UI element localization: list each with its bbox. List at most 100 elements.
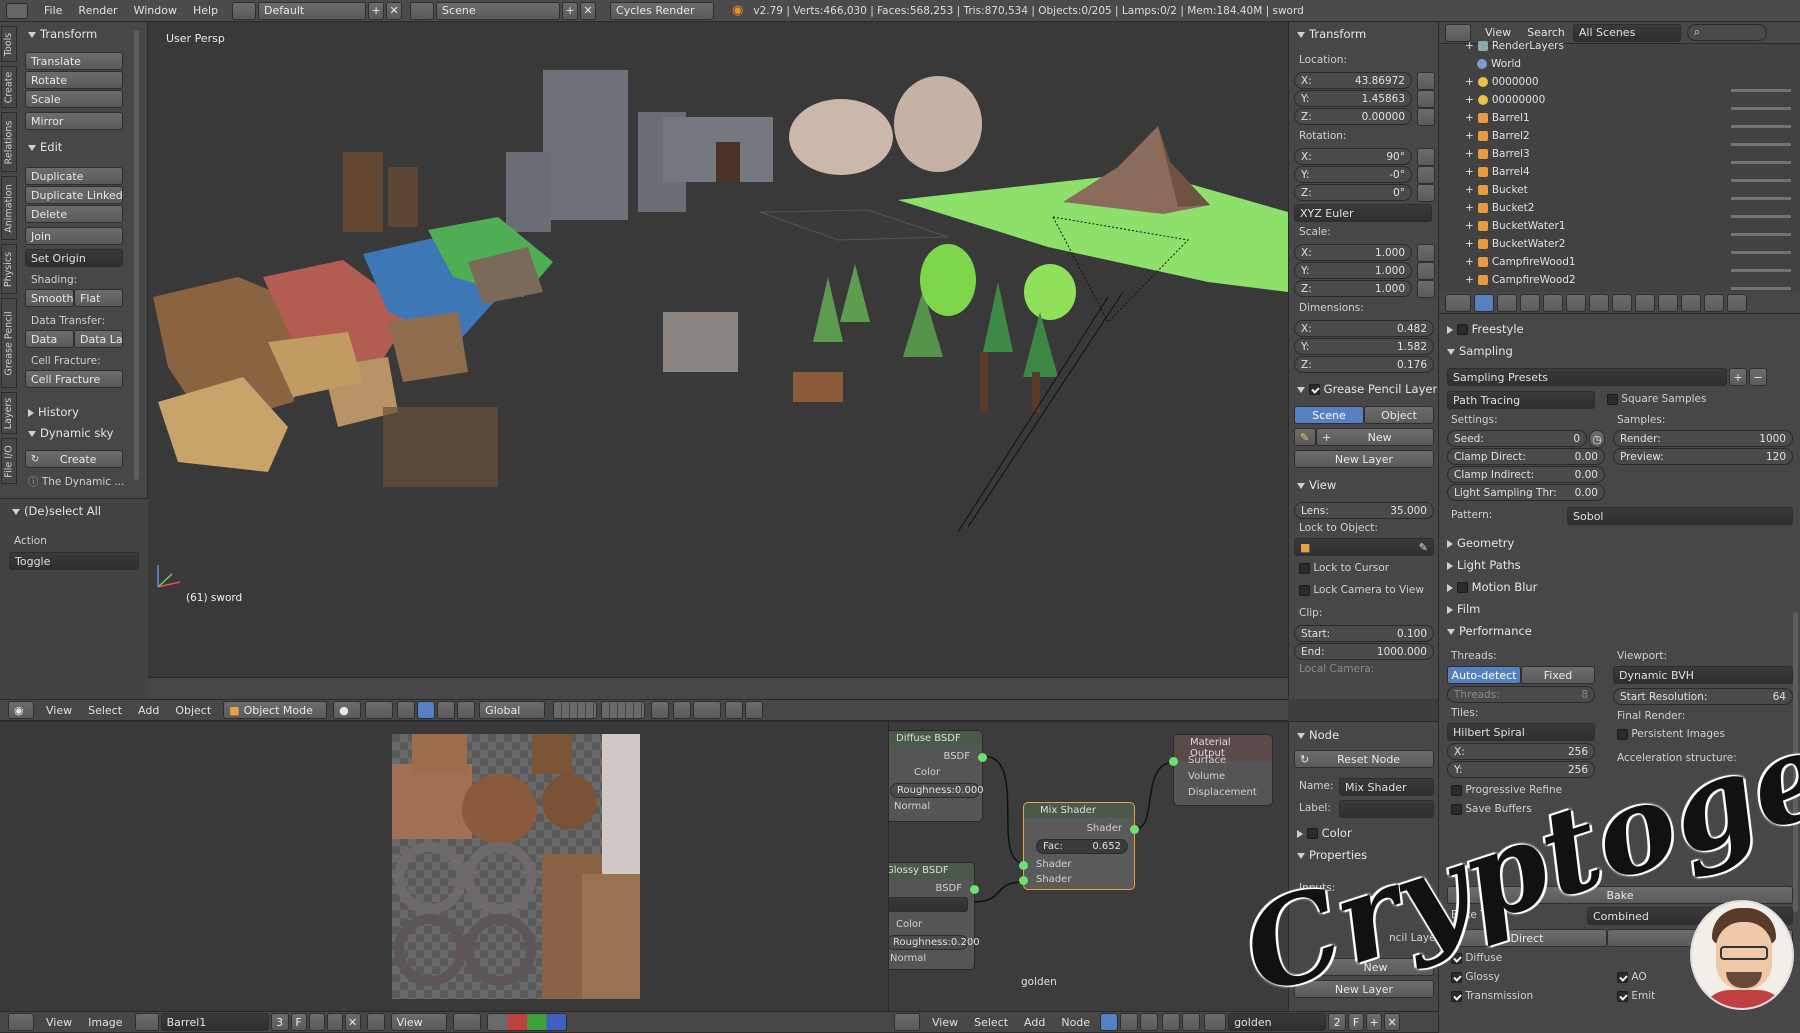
- shading-select[interactable]: ●: [333, 701, 362, 719]
- data-button[interactable]: Data: [25, 330, 74, 348]
- snap-toggle[interactable]: [673, 701, 692, 719]
- shader-tree-button[interactable]: [1100, 1013, 1119, 1031]
- light-sampling-field[interactable]: Light Sampling Thr: 0.00: [1447, 484, 1605, 501]
- input-socket[interactable]: [1019, 876, 1028, 885]
- node-name-field[interactable]: Mix Shader: [1339, 778, 1434, 796]
- node-color-header[interactable]: Color: [1297, 826, 1352, 840]
- threads-auto-detect-button[interactable]: Auto-detect: [1447, 666, 1521, 684]
- data-layout-button[interactable]: Data La: [74, 330, 123, 348]
- lock-loc-y[interactable]: [1417, 90, 1435, 108]
- tab-animation[interactable]: Animation: [1, 176, 17, 240]
- lock-scl-z[interactable]: [1417, 280, 1435, 298]
- rotate-button[interactable]: Rotate: [25, 71, 123, 89]
- preview-samples-field[interactable]: Preview: 120: [1613, 448, 1793, 465]
- rotation-mode-select[interactable]: XYZ Euler: [1294, 204, 1432, 222]
- toolshelf-scrollbar[interactable]: [134, 30, 139, 480]
- lock-camera-option[interactable]: Lock Camera to View: [1299, 584, 1424, 596]
- lock-rot-x[interactable]: [1417, 148, 1435, 166]
- lock-scl-x[interactable]: [1417, 244, 1435, 262]
- gp-new-button[interactable]: + New: [1316, 428, 1434, 446]
- lock-loc-z[interactable]: [1417, 108, 1435, 126]
- outliner-item[interactable]: + RenderLayers: [1439, 38, 1800, 54]
- outliner-item[interactable]: World: [1439, 56, 1800, 72]
- bake-emit-checkbox[interactable]: [1617, 990, 1628, 1002]
- cell-fracture-button[interactable]: Cell Fracture: [25, 370, 123, 388]
- constraints-tab-icon[interactable]: [1589, 293, 1609, 312]
- lock-cursor-option[interactable]: Lock to Cursor: [1299, 562, 1389, 574]
- grease-pencil-header[interactable]: Grease Pencil Layer: [1297, 382, 1437, 396]
- image-users-count[interactable]: 3: [270, 1013, 289, 1031]
- sampling-panel-header[interactable]: Sampling: [1447, 344, 1513, 358]
- menu-window[interactable]: Window: [134, 4, 177, 17]
- node-menu-select[interactable]: Select: [974, 1016, 1008, 1029]
- dimension-x-field[interactable]: X: 0.482: [1294, 320, 1434, 337]
- render-opengl-button[interactable]: [725, 701, 744, 719]
- tile-x-field[interactable]: X: 256: [1447, 743, 1595, 760]
- material-users-count[interactable]: 2: [1328, 1013, 1347, 1031]
- mirror-button[interactable]: Mirror: [25, 112, 123, 130]
- node-menu-add[interactable]: Add: [1024, 1016, 1045, 1029]
- menu-select[interactable]: Select: [88, 704, 122, 717]
- image-editor[interactable]: [0, 721, 888, 1011]
- scale-manipulator[interactable]: [457, 701, 476, 719]
- physics-tab-icon[interactable]: [1727, 293, 1747, 312]
- threads-count-field[interactable]: Threads: 8: [1447, 686, 1595, 703]
- duplicate-linked-button[interactable]: Duplicate Linked: [25, 186, 123, 204]
- manipulator-toggle[interactable]: [397, 701, 416, 719]
- lock-rot-z[interactable]: [1417, 184, 1435, 202]
- film-panel-header[interactable]: Film: [1447, 602, 1480, 616]
- mix-shader-node[interactable]: Mix Shader Shader Fac: 0.652 Shader Shade…: [1019, 802, 1139, 890]
- view-panel-header[interactable]: View: [1297, 478, 1336, 492]
- bake-ao-checkbox[interactable]: [1617, 971, 1628, 983]
- add-preset-button[interactable]: +: [1729, 368, 1747, 386]
- object-tab-icon[interactable]: [1566, 293, 1586, 312]
- square-samples-option[interactable]: Square Samples: [1607, 393, 1707, 405]
- image-name-field[interactable]: Barrel1: [160, 1013, 269, 1031]
- viewport-bvh-select[interactable]: Dynamic BVH: [1613, 666, 1793, 684]
- seed-field[interactable]: Seed: 0: [1447, 430, 1587, 447]
- tab-tools[interactable]: Tools: [1, 26, 17, 62]
- particles-tab-icon[interactable]: [1704, 293, 1724, 312]
- input-socket[interactable]: [1019, 861, 1028, 870]
- remove-preset-button[interactable]: −: [1749, 368, 1767, 386]
- lens-field[interactable]: Lens: 35.000: [1294, 502, 1434, 519]
- transform-panel-header[interactable]: Transform: [28, 27, 97, 41]
- menu-view[interactable]: View: [46, 704, 72, 717]
- lock-object-field[interactable]: ■ ✎: [1294, 538, 1434, 556]
- data-tab-icon[interactable]: [1635, 293, 1655, 312]
- freestyle-panel-header[interactable]: Freestyle: [1447, 322, 1524, 336]
- smooth-button[interactable]: Smooth: [25, 289, 74, 307]
- scene-tab-icon[interactable]: [1520, 293, 1540, 312]
- scene-icon[interactable]: [410, 1, 435, 20]
- material-browse-button[interactable]: [1204, 1013, 1227, 1031]
- start-resolution-field[interactable]: Start Resolution: 64: [1613, 688, 1793, 705]
- channel-icons[interactable]: [486, 1013, 567, 1031]
- screen-layout-icon[interactable]: [232, 1, 257, 20]
- material-output-node[interactable]: Material Output Surface Volume Displacem…: [1169, 734, 1273, 806]
- info-icon[interactable]: [6, 2, 28, 19]
- tab-file-io[interactable]: File I/O: [1, 438, 17, 484]
- diffuse-bsdf-node[interactable]: Diffuse BSDF BSDF Color Roughness: 0.000 …: [889, 730, 987, 822]
- location-y-field[interactable]: Y: 1.45863: [1294, 90, 1412, 107]
- material-tab-icon[interactable]: [1658, 293, 1678, 312]
- image-open-button[interactable]: [326, 1013, 343, 1031]
- fac-field[interactable]: Fac: 0.652: [1036, 839, 1128, 854]
- node-editor-type[interactable]: [894, 1013, 920, 1031]
- editor-type-3d-button[interactable]: ◉: [8, 701, 34, 719]
- delete-button[interactable]: Delete: [25, 205, 123, 223]
- dimension-y-field[interactable]: Y: 1.582: [1294, 338, 1434, 355]
- render-layers-tab-icon[interactable]: [1497, 293, 1517, 312]
- material-unlink-button[interactable]: ✕: [1384, 1013, 1401, 1031]
- modifiers-tab-icon[interactable]: [1612, 293, 1632, 312]
- compositing-tree-button[interactable]: [1120, 1013, 1139, 1031]
- gp-new-layer-button[interactable]: New Layer: [1294, 450, 1434, 468]
- roughness-field[interactable]: Roughness: 0.000: [890, 783, 984, 798]
- tab-layers[interactable]: Layers: [1, 392, 17, 434]
- bake-transmission-checkbox[interactable]: [1451, 990, 1462, 1002]
- render-samples-field[interactable]: Render: 1000: [1613, 430, 1793, 447]
- texture-tab-icon[interactable]: [1681, 293, 1701, 312]
- render-anim-button[interactable]: [745, 701, 764, 719]
- menu-object[interactable]: Object: [175, 704, 211, 717]
- light-paths-panel-header[interactable]: Light Paths: [1447, 558, 1521, 572]
- menu-file[interactable]: File: [44, 4, 62, 17]
